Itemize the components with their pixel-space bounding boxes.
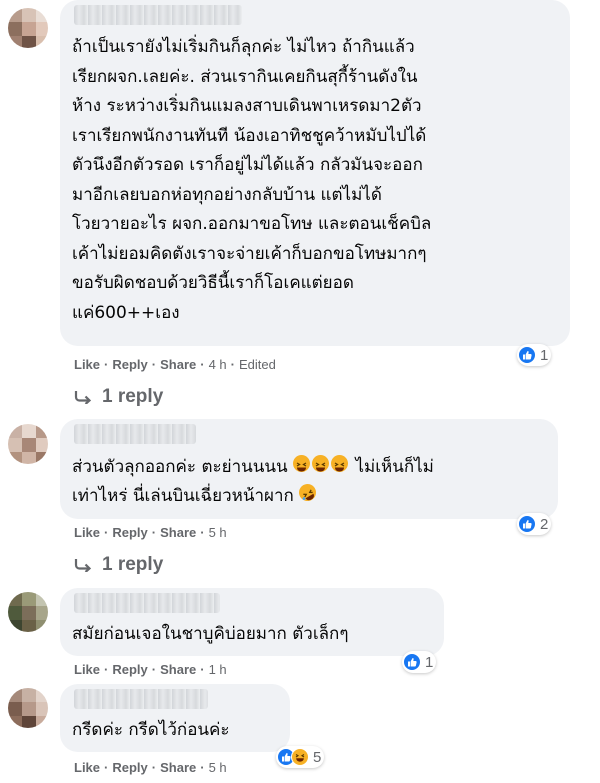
like-reaction-icon	[403, 653, 421, 671]
timestamp[interactable]: 5 h	[209, 760, 227, 775]
reaction-summary[interactable]: 1	[517, 344, 552, 366]
share-link[interactable]: Share	[160, 760, 196, 775]
reply-arrow-icon	[74, 390, 92, 404]
comment-line: ถ้าเป็นเรายังไม่เริ่มกินก็ลุกค่ะ ไม่ไหว …	[72, 37, 415, 57]
grinning-squinting-emoji	[293, 455, 311, 472]
share-link[interactable]: Share	[160, 357, 196, 372]
comment-line: ห้าง ระหว่างเริ่มกินแมลงสาบเดินพาเหรดมา2…	[72, 96, 422, 116]
reaction-count: 2	[540, 515, 549, 533]
like-link[interactable]: Like	[74, 525, 100, 540]
replies-count-label: 1 reply	[102, 554, 164, 575]
comment-line: สมัยก่อนเจอในชาบูคิบ่อยมาก ตัวเล็กๆ	[72, 624, 349, 644]
share-link[interactable]: Share	[160, 525, 196, 540]
comment-actions: Like · Reply · Share · 1 h	[74, 662, 227, 677]
reaction-count: 1	[425, 653, 434, 671]
comment-actions: Like · Reply · Share · 5 h	[74, 760, 227, 775]
comment-line: แค่600++เอง	[72, 302, 180, 323]
like-link[interactable]: Like	[74, 760, 100, 775]
author-name-blurred[interactable]	[74, 5, 242, 25]
author-name-blurred[interactable]	[74, 424, 196, 444]
timestamp[interactable]: 5 h	[209, 525, 227, 540]
grinning-squinting-emoji	[312, 455, 330, 472]
avatar[interactable]	[8, 424, 48, 464]
comment-line: กรีดค่ะ กรีดไว้ก่อนค่ะ	[72, 720, 230, 740]
author-name-blurred[interactable]	[74, 593, 220, 613]
comment-line: เราเรียกพนักงานทันที น้องเอาทิชชูคว้าหมั…	[72, 125, 427, 146]
comment-line: เค้าไม่ยอมคิดตังเราจะจ่ายเค้าก็บอกขอโทษม…	[72, 243, 427, 264]
view-replies-link[interactable]: 1 reply	[74, 386, 163, 408]
reply-link[interactable]: Reply	[112, 357, 147, 372]
reaction-summary[interactable]: 2	[517, 513, 552, 535]
grinning-squinting-emoji	[331, 455, 349, 472]
comment-actions: Like · Reply · Share · 4 h · Edited	[74, 357, 276, 372]
view-replies-link[interactable]: 1 reply	[74, 554, 163, 576]
like-reaction-icon	[518, 346, 536, 364]
comment-bubble: กรีดค่ะ กรีดไว้ก่อนค่ะ	[60, 684, 290, 752]
like-reaction-icon	[518, 515, 536, 533]
reply-link[interactable]: Reply	[112, 760, 147, 775]
reaction-summary[interactable]: 1	[402, 651, 437, 673]
reply-arrow-icon	[74, 558, 92, 572]
comment-line: ขอรับผิดชอบด้วยวิธีนี้เราก็โอเคแต่ยอด	[72, 273, 354, 293]
comment-bubble: ถ้าเป็นเรายังไม่เริ่มกินก็ลุกค่ะ ไม่ไหว …	[60, 0, 570, 346]
share-link[interactable]: Share	[160, 662, 196, 677]
replies-count-label: 1 reply	[102, 386, 164, 407]
comment-bubble: สมัยก่อนเจอในชาบูคิบ่อยมาก ตัวเล็กๆ	[60, 588, 444, 656]
reply-link[interactable]: Reply	[112, 525, 147, 540]
comment-line: เรียกผจก.เลยค่ะ. ส่วนเรากินเคยกินสุกี้ร้…	[72, 66, 418, 87]
reaction-count: 5	[313, 748, 322, 766]
edited-label: Edited	[239, 357, 276, 372]
author-name-blurred[interactable]	[74, 689, 208, 709]
comment-actions: Like · Reply · Share · 5 h	[74, 525, 227, 540]
comment-line: โวยวายอะไร ผจก.ออกมาขอโทษ และตอนเช็คบิล	[72, 214, 432, 234]
avatar[interactable]	[8, 8, 48, 48]
reaction-count: 1	[540, 346, 549, 364]
comment-bubble: ส่วนตัวลุกออกค่ะ ตะย่านนนน ไม่เห็นก็ไม่ …	[60, 419, 558, 519]
reaction-summary[interactable]: 5	[276, 746, 325, 768]
avatar[interactable]	[8, 592, 48, 632]
rolling-laughing-emoji	[296, 480, 320, 505]
timestamp[interactable]: 4 h	[209, 357, 227, 372]
reply-link[interactable]: Reply	[112, 662, 147, 677]
comment-line: ตัวนึงอีกตัวรอด เราก็อยู่ไม่ได้แล้ว กลัว…	[72, 155, 423, 175]
haha-reaction-icon	[291, 748, 309, 766]
comment-line: เท่าไหร่ นี่เล่นบินเฉี่ยวหน้าผาก	[72, 480, 320, 512]
comment-line: ส่วนตัวลุกออกค่ะ ตะย่านนนน ไม่เห็นก็ไม่	[72, 455, 434, 477]
timestamp[interactable]: 1 h	[209, 662, 227, 677]
comment-line: มาอีกเลยบอกห่อทุกอย่างกลับบ้าน แต่ไม่ได้	[72, 184, 382, 205]
like-link[interactable]: Like	[74, 357, 100, 372]
avatar[interactable]	[8, 688, 48, 728]
like-link[interactable]: Like	[74, 662, 100, 677]
